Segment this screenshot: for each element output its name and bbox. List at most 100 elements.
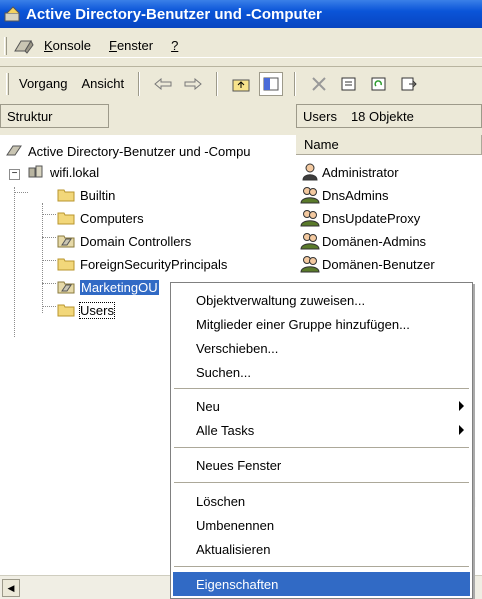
menu-fenster-accel: F <box>108 38 117 53</box>
toolbar-separator <box>216 71 219 96</box>
tree-item-label: MarketingOU <box>80 279 159 295</box>
submenu-arrow-icon <box>459 425 464 435</box>
organizational-unit-icon <box>57 235 75 248</box>
tree-guide-line <box>42 214 56 215</box>
column-header-label: Name <box>304 137 339 152</box>
tree-guide-line <box>42 237 56 238</box>
menu-help-label: ? <box>171 38 179 53</box>
tree-item-label: Computers <box>80 210 144 226</box>
menu-item-delegate-control[interactable]: Objektverwaltung zuweisen... <box>173 288 470 312</box>
menu-separator <box>174 566 469 567</box>
back-arrow-icon[interactable] <box>151 72 175 96</box>
toolbar-separator <box>294 71 297 96</box>
user-icon <box>302 163 318 181</box>
menu-item-new[interactable]: Neu <box>173 394 470 418</box>
group-icon <box>300 210 320 227</box>
list-item-label: Domänen-Admins <box>322 233 427 249</box>
active-directory-icon <box>6 145 22 156</box>
properties-icon[interactable] <box>337 72 361 96</box>
menu-item-all-tasks[interactable]: Alle Tasks <box>173 418 470 442</box>
tree-guide-line <box>14 192 28 193</box>
column-header-name[interactable]: Name <box>296 135 482 155</box>
menu-item-new-label: Neu <box>196 398 220 414</box>
submenu-arrow-icon <box>459 401 464 411</box>
list-item-label: DnsUpdateProxy <box>322 210 421 226</box>
tree-guide-line <box>42 203 43 313</box>
refresh-icon[interactable] <box>367 72 391 96</box>
up-folder-icon[interactable] <box>229 72 253 96</box>
tree-guide-line <box>42 306 56 307</box>
menubar-grip[interactable] <box>4 36 7 55</box>
tree-guide-line <box>14 187 15 337</box>
group-icon <box>300 233 320 250</box>
clipped-list-text: i <box>473 495 476 510</box>
tree-item-label: ForeignSecurityPrincipals <box>80 256 228 272</box>
tree-item-label: Builtin <box>80 187 116 203</box>
tree-item-computers[interactable]: Computers <box>57 208 144 228</box>
menu-item-delete[interactable]: Löschen <box>173 489 470 513</box>
window-title: Active Directory-Benutzer und -Computer <box>26 5 322 23</box>
folder-icon <box>57 189 75 202</box>
tree-item-foreign-security-principals[interactable]: ForeignSecurityPrincipals <box>57 254 227 274</box>
folder-icon <box>57 212 75 225</box>
tree-domain-node[interactable]: wifi.lokal <box>27 162 99 182</box>
menu-item-new-window[interactable]: Neues Fenster <box>173 453 470 477</box>
folder-icon <box>57 304 75 317</box>
menu-separator <box>174 447 469 448</box>
tree-root-node[interactable]: Active Directory-Benutzer und -Compu <box>5 141 251 161</box>
toolbar-separator <box>138 71 141 96</box>
menu-konsole-accel: K <box>44 38 53 53</box>
tree-guide-line <box>42 283 56 284</box>
menu-item-refresh[interactable]: Aktualisieren <box>173 537 470 561</box>
list-item[interactable]: Administrator <box>300 161 399 183</box>
list-pane-header: Users 18 Objekte <box>296 104 482 128</box>
menu-item-rename[interactable]: Umbenennen <box>173 513 470 537</box>
object-count: 18 Objekte <box>350 108 414 124</box>
list-item[interactable]: Domänen-Admins <box>300 230 426 252</box>
menu-bar: Konsole Fenster ? <box>0 34 482 58</box>
list-item-label: Domänen-Benutzer <box>322 256 435 272</box>
list-item-label: DnsAdmins <box>322 187 389 203</box>
list-item[interactable]: DnsUpdateProxy <box>300 207 420 229</box>
menu-konsole[interactable]: Konsole <box>35 38 100 53</box>
forward-arrow-icon[interactable] <box>181 72 205 96</box>
tree-item-marketing-ou[interactable]: MarketingOU <box>57 277 159 297</box>
tree-item-users[interactable]: Users <box>57 300 115 320</box>
collapse-toggle[interactable]: − <box>9 169 20 180</box>
list-item[interactable]: DnsAdmins <box>300 184 388 206</box>
delete-icon[interactable] <box>307 72 331 96</box>
menu-ansicht[interactable]: Ansicht <box>75 76 130 91</box>
scroll-left-icon[interactable]: ◀ <box>2 579 20 597</box>
menu-item-properties[interactable]: Eigenschaften <box>173 572 470 596</box>
menu-item-add-to-group[interactable]: Mitglieder einer Gruppe hinzufügen... <box>173 312 470 336</box>
tree-item-domain-controllers[interactable]: Domain Controllers <box>57 231 191 251</box>
menu-item-move[interactable]: Verschieben... <box>173 336 470 360</box>
organizational-unit-icon <box>57 281 75 294</box>
tree-root-label: Active Directory-Benutzer und -Compu <box>28 143 251 159</box>
menu-help[interactable]: ? <box>162 38 187 53</box>
menu-fenster[interactable]: Fenster <box>100 38 162 53</box>
group-icon <box>300 187 320 204</box>
domain-icon <box>28 165 43 178</box>
menu-fenster-rest: enster <box>116 38 154 53</box>
tree-pane-title: Struktur <box>7 108 53 124</box>
list-item[interactable]: Domänen-Benutzer <box>300 253 435 275</box>
list-pane-title: Users <box>303 108 337 124</box>
menu-item-find[interactable]: Suchen... <box>173 360 470 384</box>
tree-item-builtin[interactable]: Builtin <box>57 185 115 205</box>
title-bar[interactable]: Active Directory-Benutzer und -Computer <box>0 0 482 28</box>
menu-separator <box>174 482 469 483</box>
tree-item-label: Domain Controllers <box>80 233 192 249</box>
tree-pane-header[interactable]: Struktur <box>0 104 109 128</box>
menu-separator <box>174 388 469 389</box>
menu-vorgang[interactable]: Vorgang <box>19 76 75 91</box>
toolbar: Vorgang Ansicht <box>0 66 482 100</box>
folder-icon <box>57 258 75 271</box>
tree-guide-line <box>42 260 56 261</box>
group-icon <box>300 256 320 273</box>
tree-domain-label: wifi.lokal <box>50 164 100 180</box>
menu-konsole-rest: onsole <box>52 38 91 53</box>
show-tree-icon[interactable] <box>259 71 284 96</box>
export-icon[interactable] <box>397 72 421 96</box>
toolbar-grip[interactable] <box>6 72 9 95</box>
